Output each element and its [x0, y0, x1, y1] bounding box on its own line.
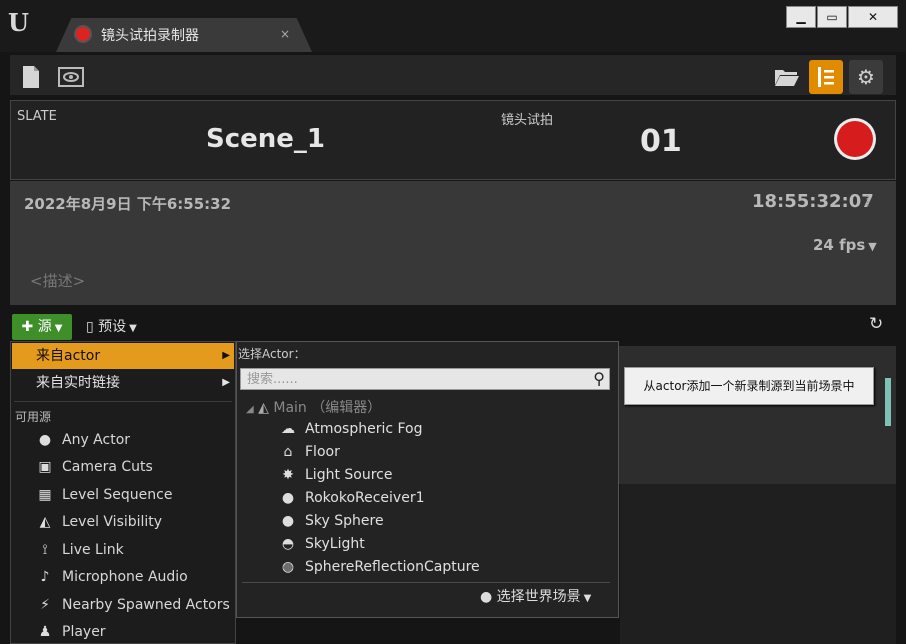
- sphere-icon: ●: [281, 513, 295, 529]
- source-item-level-sequence[interactable]: ▦ Level Sequence: [36, 483, 236, 507]
- lower-panel: [620, 484, 896, 644]
- document-icon[interactable]: [14, 60, 48, 94]
- plus-icon: ✚: [21, 319, 34, 335]
- unreal-logo-icon: U: [8, 8, 29, 37]
- toolbar: [10, 55, 896, 95]
- fps-dropdown[interactable]: 24 fps ▼: [813, 236, 877, 254]
- player-icon: ♟: [38, 624, 52, 640]
- timecode: 18:55:32:07: [752, 191, 874, 212]
- source-item-level-visibility[interactable]: ◭ Level Visibility: [36, 510, 236, 534]
- globe-icon: ●: [480, 589, 493, 605]
- search-box: ⚲: [240, 368, 610, 390]
- tooltip: 从actor添加一个新录制源到当前场景中: [624, 367, 874, 405]
- world-select-dropdown[interactable]: ● 选择世界场景 ▼: [480, 587, 591, 609]
- record-button[interactable]: [837, 121, 873, 157]
- source-item-label: Live Link: [62, 542, 124, 558]
- record-icon: [76, 27, 90, 41]
- actor-item-label: Floor: [305, 444, 340, 460]
- actor-item-label: Atmospheric Fog: [305, 421, 423, 437]
- source-item-label: Level Visibility: [62, 514, 163, 530]
- take-label: 镜头试拍: [501, 113, 554, 128]
- description-field[interactable]: <描述>: [30, 270, 85, 291]
- add-source-label: 源: [37, 319, 52, 335]
- fog-icon: ☁: [281, 421, 295, 437]
- add-source-button[interactable]: ✚ 源 ▼: [12, 314, 72, 340]
- menu-divider: [14, 401, 232, 402]
- source-item-label: Player: [62, 624, 106, 640]
- actor-item-label: SkyLight: [305, 536, 365, 552]
- world-select-label: 选择世界场景: [496, 589, 581, 605]
- spawn-icon: ⚡: [40, 597, 50, 613]
- search-icon[interactable]: ⚲: [593, 369, 605, 388]
- chevron-down-icon: ▼: [129, 323, 137, 334]
- microphone-icon: ♪: [40, 569, 50, 585]
- slate-value[interactable]: Scene_1: [206, 124, 325, 154]
- picker-divider: [242, 582, 610, 583]
- presets-label: 预设: [98, 319, 127, 335]
- chevron-down-icon: ▼: [868, 240, 877, 253]
- menu-item-from-livelink[interactable]: 来自实时链接 ▶: [12, 370, 234, 396]
- menu-item-label: 来自实时链接: [36, 375, 120, 391]
- chevron-down-icon: ▼: [583, 593, 592, 604]
- chevron-right-icon: ▶: [222, 350, 230, 361]
- minimize-button[interactable]: ▁: [786, 6, 816, 28]
- gears-icon[interactable]: ⚙: [849, 60, 883, 94]
- slate-panel: [10, 100, 896, 180]
- menu-item-from-actor[interactable]: 来自actor ▶: [12, 343, 234, 369]
- source-item-camera-cuts[interactable]: ▣ Camera Cuts: [36, 455, 236, 479]
- timecode-provider-icon[interactable]: ⁞: [865, 191, 870, 210]
- sphere-icon: ●: [281, 490, 295, 506]
- landscape-icon: ◭: [39, 514, 51, 530]
- source-item-player[interactable]: ♟ Player: [36, 620, 236, 644]
- world-tree-root-label: Main （编辑器）: [273, 400, 382, 416]
- source-item-microphone-audio[interactable]: ♪ Microphone Audio: [36, 565, 236, 589]
- scrollbar[interactable]: [885, 378, 891, 426]
- static-mesh-icon: ⌂: [283, 444, 293, 460]
- camera-cuts-icon: ▣: [38, 459, 52, 475]
- actor-picker-header: 选择Actor：: [238, 347, 306, 361]
- actor-item-label: Light Source: [305, 467, 393, 483]
- slate-label: SLATE: [17, 109, 57, 124]
- sphere-icon: ●: [38, 432, 52, 448]
- chevron-down-icon: ▼: [54, 323, 63, 334]
- actor-item-label: Sky Sphere: [305, 513, 384, 529]
- source-item-label: Nearby Spawned Actors: [62, 597, 230, 613]
- presets-button[interactable]: ▯ 预设 ▼: [86, 314, 137, 342]
- source-item-label: Any Actor: [62, 432, 131, 448]
- film-eye-icon[interactable]: [54, 60, 88, 94]
- skylight-icon: ◓: [281, 536, 295, 552]
- source-item-label: Level Sequence: [62, 487, 173, 503]
- maximize-button[interactable]: ▭: [817, 6, 847, 28]
- close-window-button[interactable]: ✕: [848, 6, 898, 28]
- fps-label: 24 fps: [813, 236, 866, 254]
- source-item-any-actor[interactable]: ● Any Actor: [36, 428, 236, 452]
- take-value[interactable]: 01: [640, 124, 682, 159]
- available-sources-header: 可用源: [15, 410, 52, 424]
- menu-item-label: 来自actor: [36, 348, 101, 364]
- preset-icon: ▯: [86, 319, 94, 335]
- light-source-icon: ✸: [282, 467, 294, 483]
- source-item-live-link[interactable]: ⟟ Live Link: [36, 538, 236, 562]
- actor-item-label: RokokoReceiver1: [305, 490, 425, 506]
- collapse-arrow-icon[interactable]: ◢: [246, 404, 254, 415]
- source-item-nearby-spawned-actors[interactable]: ⚡ Nearby Spawned Actors: [36, 593, 236, 617]
- reset-icon[interactable]: ↻: [869, 314, 883, 334]
- timecode-icon[interactable]: [809, 60, 843, 94]
- world-icon: ◭: [253, 400, 274, 416]
- search-input[interactable]: [247, 370, 577, 388]
- clapper-icon: ▦: [38, 487, 52, 503]
- folder-icon[interactable]: [770, 60, 804, 94]
- source-item-label: Microphone Audio: [62, 569, 188, 585]
- tab-title: 镜头试拍录制器: [101, 28, 199, 44]
- live-link-icon: ⟟: [42, 542, 48, 558]
- tab-close-icon[interactable]: ×: [280, 27, 290, 41]
- chevron-right-icon: ▶: [222, 377, 230, 388]
- datetime: 2022年8月9日 下午6:55:32: [24, 195, 232, 213]
- reflection-capture-icon: ◍: [281, 559, 295, 575]
- source-item-label: Camera Cuts: [62, 459, 153, 475]
- actor-item-label: SphereReflectionCapture: [305, 559, 480, 575]
